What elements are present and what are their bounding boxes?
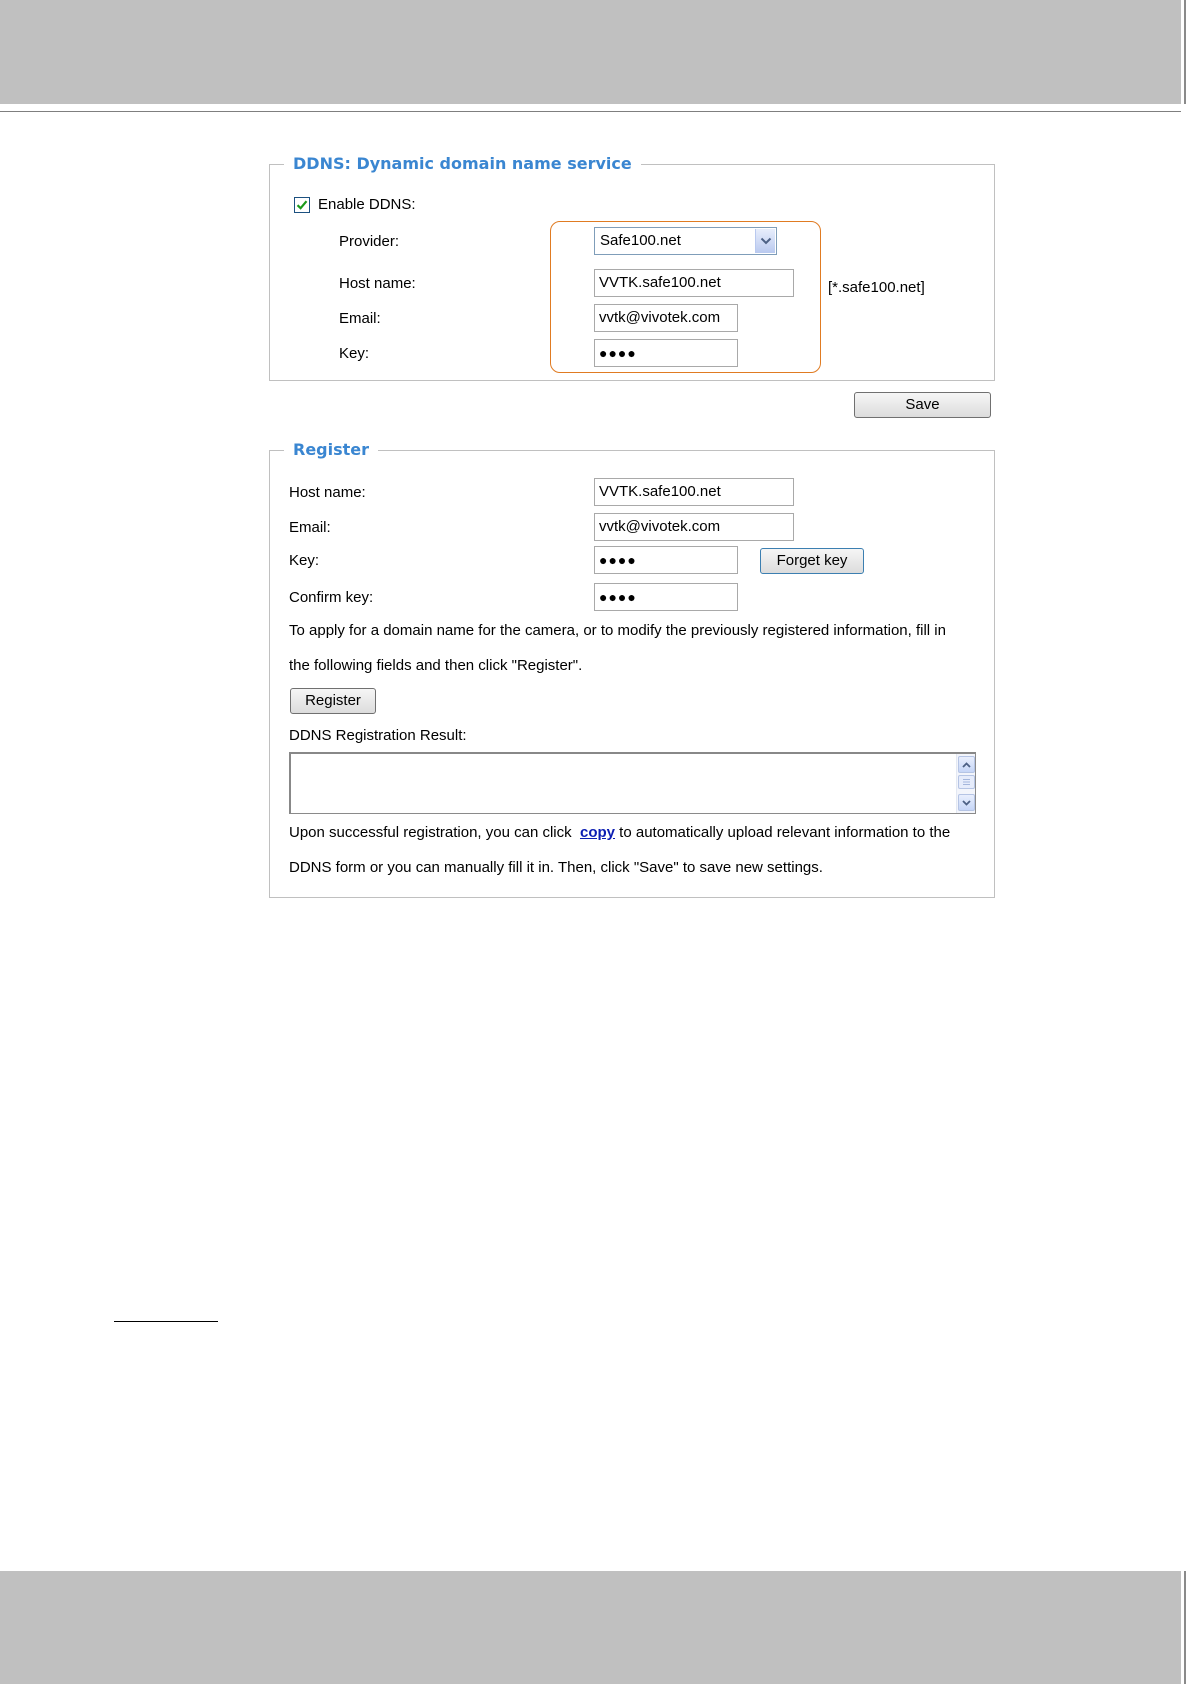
instruction-text-line-2: the following fields and then click "Reg… [289,657,583,674]
result-scrollbar[interactable] [956,754,975,813]
enable-ddns-checkbox[interactable] [294,197,310,213]
page-edge [1181,0,1191,1684]
forget-key-button[interactable]: Forget key [760,548,864,574]
scroll-up-icon[interactable] [958,756,975,773]
confirm-key-input[interactable]: ●●●● [594,583,738,611]
scroll-down-icon[interactable] [958,794,975,811]
ddns-host-input[interactable]: VVTK.safe100.net [594,269,794,297]
after-registration-line-2: DDNS form or you can manually fill it in… [289,859,823,876]
chevron-down-icon[interactable] [755,229,775,253]
enable-ddns-label: Enable DDNS: [318,196,416,213]
copy-link[interactable]: copy [580,824,615,841]
instruction-text-line-1: To apply for a domain name for the camer… [289,622,946,639]
edge-mark-top [1184,0,1186,104]
register-key-input[interactable]: ●●●● [594,546,738,574]
ddns-host-label: Host name: [339,275,416,292]
save-button[interactable]: Save [854,392,991,418]
ddns-key-label: Key: [339,345,370,362]
provider-label: Provider: [339,233,400,250]
page-header-band [0,0,1191,104]
ddns-key-input[interactable]: ●●●● [594,339,738,367]
after-registration-post: to automatically upload relevant informa… [619,824,951,841]
after-registration-pre: Upon successful registration, you can cl… [289,824,572,841]
page-footer-band [0,1571,1191,1684]
register-email-label: Email: [289,519,331,536]
confirm-key-label: Confirm key: [289,589,374,606]
header-divider [0,111,1191,112]
register-host-label: Host name: [289,484,366,501]
register-button[interactable]: Register [290,688,376,714]
checkmark-icon [296,200,308,210]
register-key-label: Key: [289,552,320,569]
register-email-input[interactable]: vvtk@vivotek.com [594,513,794,541]
registration-result-textarea[interactable] [289,752,976,814]
host-suffix-hint: [*.safe100.net] [828,279,925,296]
ddns-email-input[interactable]: vvtk@vivotek.com [594,304,738,332]
register-panel-title: Register [284,440,379,460]
edge-mark-bottom [1184,1571,1186,1684]
scroll-thumb-icon[interactable] [958,775,975,789]
ddns-panel-title: DDNS: Dynamic domain name service [284,154,641,174]
after-registration-line-1: Upon successful registration, you can cl… [289,824,950,842]
footnote-rule [114,1321,218,1322]
registration-result-label: DDNS Registration Result: [289,727,467,744]
register-host-input[interactable]: VVTK.safe100.net [594,478,794,506]
provider-select-value: Safe100.net [600,232,681,249]
ddns-email-label: Email: [339,310,381,327]
provider-select[interactable]: Safe100.net [594,227,777,255]
